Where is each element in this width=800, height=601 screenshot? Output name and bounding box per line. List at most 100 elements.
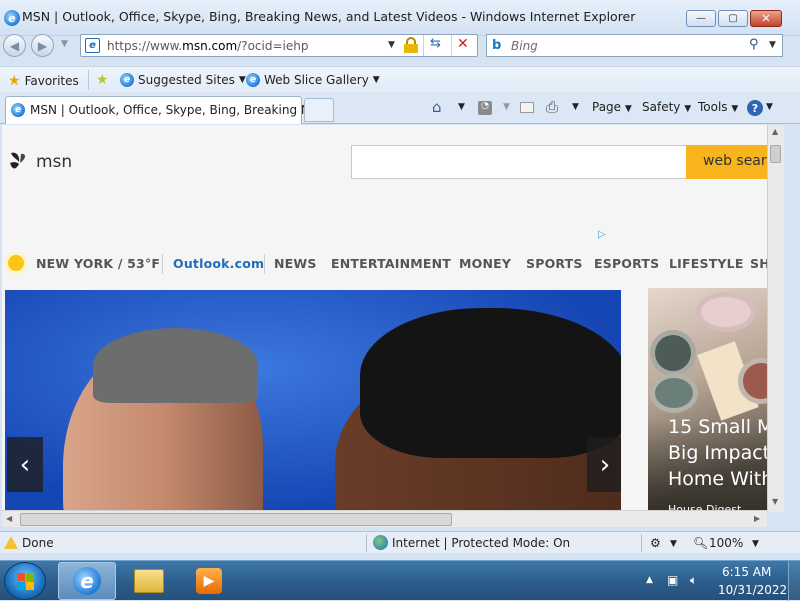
horizontal-scroll-thumb[interactable] — [20, 513, 452, 526]
network-icon[interactable]: ▣ — [667, 573, 678, 587]
add-favorite-star-icon: ★ — [96, 72, 109, 88]
tab-title: MSN | Outlook, Office, Skype, Bing, Brea… — [30, 103, 329, 117]
horizontal-scrollbar[interactable]: ◀ ▶ — [2, 510, 767, 527]
web-search-button[interactable]: web search — [686, 145, 767, 179]
search-icon[interactable]: ⚲ — [749, 37, 759, 52]
show-desktop-button[interactable] — [788, 561, 800, 601]
zoom-level[interactable]: 100% — [709, 536, 743, 550]
internet-explorer-icon: e — [73, 567, 101, 595]
favorites-button[interactable]: ★ Favorites — [8, 73, 79, 89]
scroll-down-icon[interactable]: ▼ — [772, 497, 778, 506]
forward-arrow-icon: ▶ — [37, 38, 48, 53]
chevron-left-icon: ‹ — [19, 449, 31, 480]
clock-date[interactable]: 10/31/2022 — [718, 583, 787, 597]
nav-lifestyle[interactable]: LIFESTYLE — [669, 256, 744, 271]
suggested-sites-icon: e — [120, 73, 134, 87]
nav-sports[interactable]: SPORTS — [526, 256, 583, 271]
butterfly-icon — [10, 152, 25, 169]
search-placeholder: Bing — [511, 39, 538, 53]
chevron-down-icon: ▼ — [372, 75, 380, 85]
tools-menu[interactable]: Tools ▼ — [698, 100, 738, 114]
chevron-right-icon: › — [599, 449, 611, 480]
stop-icon[interactable]: ✕ — [457, 36, 469, 52]
status-bar: Done Internet | Protected Mode: On ⚙ ▼ 🔍… — [0, 531, 800, 553]
history-dropdown-icon[interactable]: ▼ — [61, 39, 68, 49]
nav-shopping[interactable]: SH — [750, 256, 767, 271]
protected-mode-icon[interactable]: ⚙ — [650, 536, 661, 550]
tab-msn[interactable]: e MSN | Outlook, Office, Skype, Bing, Br… — [5, 96, 329, 124]
add-to-favorites-bar-button[interactable]: ★ — [96, 72, 109, 88]
maximize-button[interactable]: ▢ — [718, 10, 748, 27]
top-nav: NEW YORK / 53°F Outlook.com NEWS ENTERTA… — [2, 252, 767, 276]
sun-icon — [8, 255, 24, 271]
help-icon[interactable]: ? — [747, 100, 763, 116]
web-search-input[interactable] — [351, 145, 687, 179]
web-page: msn web search ▷ NEW YORK / 53°F Outlook… — [2, 125, 767, 512]
carousel-next-button[interactable]: › — [587, 437, 621, 492]
scroll-left-icon[interactable]: ◀ — [6, 514, 12, 523]
forward-button[interactable]: ▶ — [31, 34, 54, 57]
minimize-button[interactable]: — — [686, 10, 716, 27]
address-dropdown-icon[interactable]: ▼ — [388, 40, 395, 50]
carousel-prev-button[interactable]: ‹ — [7, 437, 43, 492]
start-button[interactable] — [4, 562, 46, 600]
tab-favicon-icon: e — [11, 103, 25, 117]
warning-icon — [4, 536, 18, 549]
vertical-scrollbar[interactable]: ▲ ▼ — [767, 125, 784, 512]
home-dropdown-icon[interactable]: ▼ — [458, 102, 465, 112]
feeds-dropdown-icon: ▼ — [503, 102, 510, 112]
article-title: 15 Small M Big Impact Home With — [668, 416, 767, 490]
home-icon[interactable]: ⌂ — [432, 98, 442, 116]
taskbar-media-player[interactable]: ▶ — [180, 562, 238, 600]
article-card[interactable]: 15 Small M Big Impact Home With House Di… — [648, 288, 767, 512]
msn-logo[interactable]: msn — [8, 149, 72, 175]
taskbar-internet-explorer[interactable]: e — [58, 562, 116, 600]
zoom-icon[interactable]: 🔍︎ — [693, 536, 708, 550]
feeds-icon[interactable]: ◔ — [478, 101, 492, 115]
chevron-down-icon: ▼ — [238, 75, 246, 85]
nav-outlook[interactable]: Outlook.com — [173, 256, 264, 271]
taskbar-windows-explorer[interactable] — [120, 562, 178, 600]
ad-choices-icon[interactable]: ▷ — [598, 229, 606, 240]
zoom-dropdown-icon[interactable]: ▼ — [752, 539, 759, 549]
lock-icon[interactable] — [404, 37, 418, 53]
page-menu[interactable]: Page ▼ — [592, 100, 632, 114]
scroll-up-icon[interactable]: ▲ — [772, 127, 778, 136]
suggested-sites-button[interactable]: e Suggested Sites ▼ — [120, 73, 246, 87]
tab-row: e MSN | Outlook, Office, Skype, Bing, Br… — [0, 94, 800, 124]
mail-icon[interactable] — [520, 102, 534, 113]
print-dropdown-icon[interactable]: ▼ — [572, 102, 579, 112]
favorites-bar: ★ Favorites ★ e Suggested Sites ▼ e Web … — [0, 66, 800, 93]
show-hidden-icons[interactable]: ▲ — [646, 575, 653, 585]
print-icon[interactable]: ⎙ — [546, 98, 558, 116]
address-text[interactable]: https://www.msn.com/?ocid=iehp — [107, 39, 308, 53]
web-slice-gallery-button[interactable]: e Web Slice Gallery ▼ — [246, 73, 380, 87]
close-button[interactable]: ✕ — [750, 10, 782, 27]
security-zone[interactable]: Internet | Protected Mode: On — [392, 536, 570, 550]
nav-entertainment[interactable]: ENTERTAINMENT — [331, 256, 451, 271]
window-title: MSN | Outlook, Office, Skype, Bing, Brea… — [22, 9, 636, 24]
search-options-dropdown-icon[interactable]: ▼ — [769, 40, 776, 50]
nav-news[interactable]: NEWS — [274, 256, 317, 271]
nav-esports[interactable]: ESPORTS — [594, 256, 659, 271]
protected-mode-dropdown-icon[interactable]: ▼ — [670, 539, 677, 549]
hero-carousel[interactable]: ‹ › — [5, 290, 621, 512]
help-dropdown-icon[interactable]: ▼ — [766, 102, 773, 112]
title-bar: e MSN | Outlook, Office, Skype, Bing, Br… — [0, 0, 800, 36]
page-icon: e — [85, 38, 100, 53]
refresh-icon[interactable]: ⇆ — [430, 36, 441, 51]
bing-search-box[interactable]: b Bing ⚲ ▼ — [486, 34, 783, 57]
address-bar[interactable]: e https://www.msn.com/?ocid=iehp ▼ ⇆ ✕ — [80, 34, 478, 57]
web-slice-icon: e — [246, 73, 260, 87]
status-text: Done — [22, 536, 54, 550]
new-tab-button[interactable] — [304, 98, 334, 122]
back-button[interactable]: ◀ — [3, 34, 26, 57]
weather-location[interactable]: NEW YORK / 53°F — [36, 256, 160, 271]
vertical-scroll-thumb[interactable] — [770, 145, 781, 163]
msn-logo-text: msn — [36, 152, 73, 172]
scroll-right-icon[interactable]: ▶ — [754, 514, 760, 523]
volume-muted-icon[interactable]: 🔈︎ — [690, 573, 697, 588]
clock-time[interactable]: 6:15 AM — [722, 565, 771, 579]
safety-menu[interactable]: Safety ▼ — [642, 100, 691, 114]
nav-money[interactable]: MONEY — [459, 256, 511, 271]
